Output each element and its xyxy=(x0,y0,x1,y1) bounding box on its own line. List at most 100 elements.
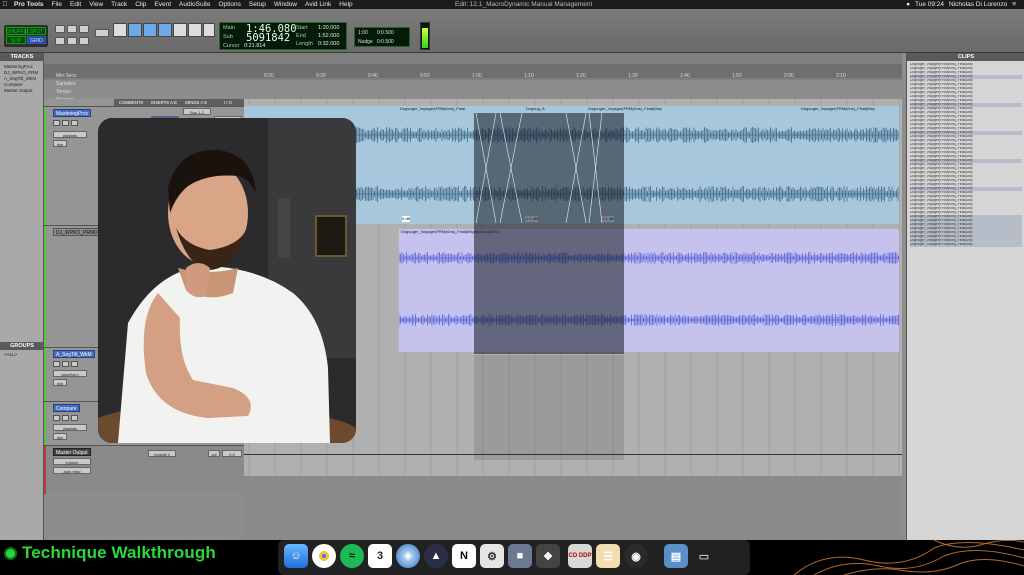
master-vol-value[interactable]: 0.0 xyxy=(222,450,242,457)
mute-button[interactable] xyxy=(71,361,78,367)
menu-event[interactable]: Event xyxy=(150,0,175,9)
master-insert[interactable]: mcsplit 2 xyxy=(148,450,176,457)
playlist-selector[interactable]: playlists xyxy=(53,424,87,431)
folder-icon[interactable]: ▤ xyxy=(664,544,688,568)
menu-help[interactable]: Help xyxy=(335,0,356,9)
volume-selector[interactable]: volume xyxy=(53,458,91,465)
automation-mode[interactable]: auto read xyxy=(53,467,91,474)
zoom-preset-1[interactable] xyxy=(55,37,65,45)
ruler-samples-label[interactable]: Samples xyxy=(56,80,75,88)
wifi-icon[interactable]: ● xyxy=(906,0,910,9)
zoom-out-button[interactable] xyxy=(55,25,65,33)
apple-icon[interactable]:  xyxy=(0,1,10,8)
chrome-icon[interactable] xyxy=(312,544,336,568)
mode-slip[interactable]: SLIP xyxy=(6,36,26,44)
mode-shuffle[interactable]: SHUFFLE xyxy=(6,27,30,35)
trim-tool-icon[interactable] xyxy=(128,23,142,37)
mode-grid[interactable]: GRID xyxy=(27,36,46,44)
col-io[interactable]: I / O xyxy=(212,99,244,106)
ruler-tempo-label[interactable]: Tempo xyxy=(56,88,71,96)
menu-track[interactable]: Track xyxy=(107,0,131,9)
scrubber-tool-icon[interactable] xyxy=(173,23,187,37)
ruler-tick-label: 1:10 xyxy=(524,73,534,79)
spotify-icon[interactable]: ≈ xyxy=(340,544,364,568)
clips-pane-title[interactable]: CLIPS xyxy=(907,53,1024,61)
user-name[interactable]: Nicholas Di Lorenzo xyxy=(949,0,1007,9)
rec-button[interactable] xyxy=(53,415,60,421)
control-center-icon[interactable]: ≡ xyxy=(1012,0,1016,9)
smart-tool-icon[interactable] xyxy=(203,23,215,37)
zoom-preset-2[interactable] xyxy=(67,37,77,45)
zoom-preset-3[interactable] xyxy=(79,37,89,45)
edit-mode-group: SHUFFLE SPOT SLIP GRID xyxy=(4,25,48,47)
notion-icon[interactable]: N xyxy=(452,544,476,568)
calendar-icon[interactable]: 3 xyxy=(368,544,392,568)
cd-ddp-icon[interactable]: CD DDP xyxy=(568,544,592,568)
zoom-in-button[interactable] xyxy=(67,25,77,33)
col-inserts[interactable]: INSERTS A-E xyxy=(148,99,180,106)
group-all-item[interactable]: <ALL> xyxy=(4,352,17,358)
zoom-vertical-button[interactable] xyxy=(79,25,89,33)
solo-button[interactable] xyxy=(62,120,69,126)
menu-setup[interactable]: Setup xyxy=(245,0,270,9)
dyn-button[interactable]: dyn xyxy=(53,379,67,386)
track-name[interactable]: Master Output xyxy=(53,448,91,456)
track-name[interactable]: DJ_WPKO_PRM07 xyxy=(53,228,103,236)
groups-pane-title[interactable]: GROUPS xyxy=(0,342,44,350)
col-sends[interactable]: SENDS A-E xyxy=(180,99,212,106)
menu-file[interactable]: File xyxy=(48,0,66,9)
dyn-button[interactable]: dyn xyxy=(53,140,67,147)
send-slot-1[interactable]: Bus 1-2 xyxy=(183,108,211,115)
menu-options[interactable]: Options xyxy=(214,0,244,9)
apps-icon[interactable]: ⚙ xyxy=(480,544,504,568)
mute-button[interactable] xyxy=(71,120,78,126)
document-icon[interactable]: ☰ xyxy=(596,544,620,568)
track-name[interactable]: A_SngTitl_WkM xyxy=(53,350,95,358)
clip-title: Dogvuger_Voyager(FRMy0ns)_Final(Mxp xyxy=(801,106,875,111)
utility-icon[interactable]: ❖ xyxy=(536,544,560,568)
ruler-minsecs-label[interactable]: Min:Secs xyxy=(56,72,77,80)
obs-icon[interactable]: ◉ xyxy=(624,544,648,568)
menu-avid-link[interactable]: Avid Link xyxy=(301,0,335,9)
playlist-selector[interactable]: waveform xyxy=(53,370,87,377)
menu-window[interactable]: Window xyxy=(270,0,301,9)
safari-icon[interactable]: ✦ xyxy=(396,544,420,568)
pro-tools-icon[interactable]: ▲ xyxy=(424,544,448,568)
trash-icon[interactable]: ▭ xyxy=(692,544,716,568)
grid-nudge-display[interactable]: 1:00 0:0.500 Nudge 0:0.500 xyxy=(354,27,410,47)
empty-track-area xyxy=(244,476,902,540)
menu-app[interactable]: Pro Tools xyxy=(10,0,48,9)
grabber-tool-icon[interactable] xyxy=(158,23,172,37)
clips-pane: CLIPS Dogvuger_Voyager(FRMy0ns)_Final(Mx… xyxy=(906,53,1024,540)
clip-list-item[interactable]: Dogvuger_Voyager(FRMy0ns)_Final(Mxp xyxy=(910,243,1022,247)
clock[interactable]: Tue 09:24 xyxy=(915,0,944,9)
solo-button[interactable] xyxy=(62,361,69,367)
pencil-tool-icon[interactable] xyxy=(188,23,202,37)
menu-edit[interactable]: Edit xyxy=(66,0,85,9)
screenshot-icon[interactable]: ■ xyxy=(508,544,532,568)
menu-audiosuite[interactable]: AudioSuite xyxy=(175,0,214,9)
finder-icon[interactable]: ☺ xyxy=(284,544,308,568)
mute-button[interactable] xyxy=(71,415,78,421)
zoomer-tool-icon[interactable] xyxy=(113,23,127,37)
col-comments[interactable]: COMMENTS xyxy=(114,99,148,106)
ruler-tick-label: 0:30 xyxy=(316,73,326,79)
rec-button[interactable] xyxy=(53,361,60,367)
main-counter[interactable]: Main 1:46.080 Sub 5091842 Cursor 0:21.81… xyxy=(219,22,347,50)
ruler-tick-label: 1:30 xyxy=(628,73,638,79)
rec-button[interactable] xyxy=(53,120,60,126)
menu-clip[interactable]: Clip xyxy=(131,0,150,9)
selector-tool-icon[interactable] xyxy=(143,23,157,37)
clip-gain[interactable]: 0 dB xyxy=(402,216,411,222)
mode-spot[interactable]: SPOT xyxy=(27,27,46,35)
tracks-pane-title[interactable]: TRACKS xyxy=(0,53,44,61)
menu-view[interactable]: View xyxy=(85,0,107,9)
track-name[interactable]: Compare xyxy=(53,404,80,412)
dyn-button[interactable]: dyn xyxy=(53,433,67,440)
track-list-item[interactable]: Master Output xyxy=(4,88,33,94)
solo-button[interactable] xyxy=(62,415,69,421)
track-master-output[interactable]: Master Output volume auto read mcsplit 2… xyxy=(44,445,244,494)
track-name[interactable]: MasteringProc xyxy=(53,109,92,117)
playlist-selector[interactable]: playlists xyxy=(53,131,87,138)
zoom-toggle-button[interactable] xyxy=(95,29,109,37)
